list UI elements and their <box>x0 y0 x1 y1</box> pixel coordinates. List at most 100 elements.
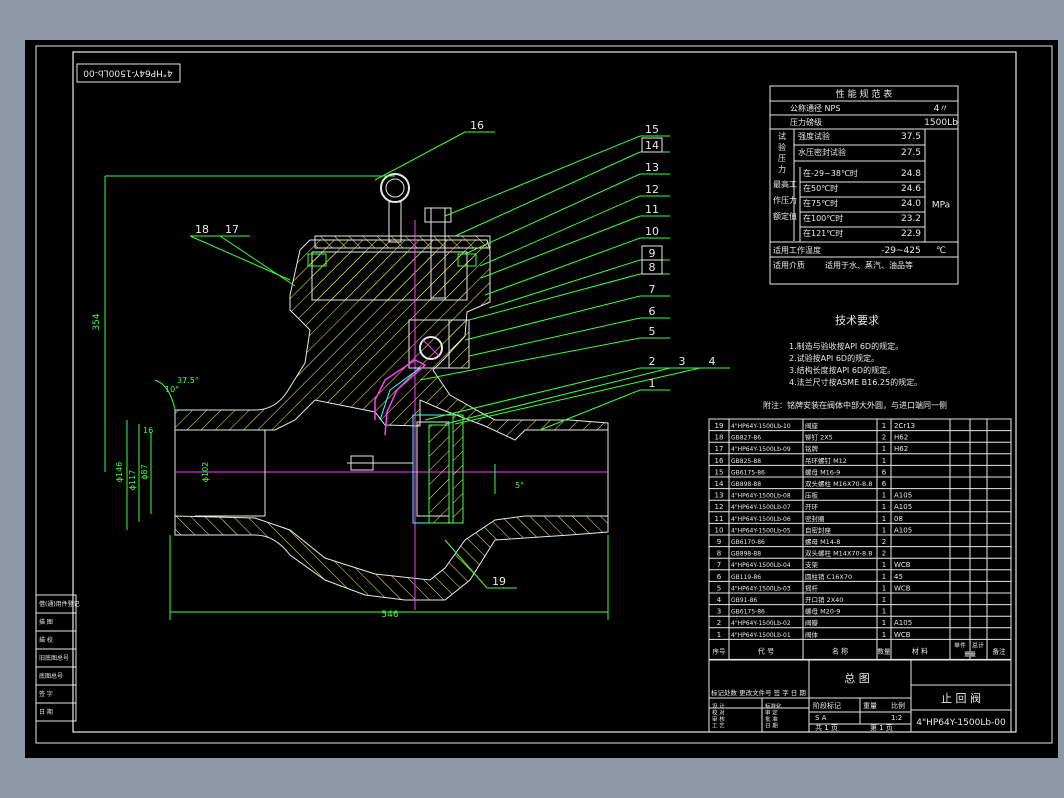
part-number-label: 9 <box>649 247 656 260</box>
bom-qty: 1 <box>882 422 886 430</box>
drawing-canvas: 4"HP64Y-1500Lb-00 借(通)用件登记描 图描 校旧底图总号 底图总… <box>25 40 1058 758</box>
bom-qty: 1 <box>882 515 886 523</box>
bom-name: 铆钉 2X5 <box>805 433 833 442</box>
bom-no: 3 <box>717 608 721 616</box>
title-role-left: 审 核 <box>712 715 725 723</box>
bom-name: 开环 <box>805 503 819 511</box>
title-scale: 1:2 <box>891 714 902 722</box>
bom-no: 1 <box>717 631 721 639</box>
tech-item-3: 3.结构长度按API 6D的规定。 <box>789 365 895 375</box>
dim-16: 16 <box>143 426 153 435</box>
bom-name: 压板 <box>805 491 819 500</box>
bom-qty: 1 <box>882 608 886 616</box>
part-number-label: 13 <box>645 161 659 174</box>
title-ratio: 比例 <box>891 701 905 710</box>
perf-medium-value: 适用于水、蒸汽、油品等 <box>825 260 913 270</box>
leader-line <box>444 135 641 217</box>
bom-name: 铭牌 <box>805 444 819 453</box>
perf-row-value: 1500Lb <box>924 118 958 128</box>
bom-code: 4"HP64Y-1500Lb-02 <box>731 620 791 627</box>
bom-header-total-weight: 总计 <box>972 641 984 649</box>
drawing-code-vertical: 4"HP64Y-1500Lb-00 <box>83 68 173 78</box>
eyebolt-ring <box>380 173 410 203</box>
bom-code: GB6175-86 <box>731 609 765 616</box>
bom-table: 19 4"HP64Y-1500Lb-10 阀座 1 2Cr1318 GB827-86 铆钉 … <box>708 418 1012 660</box>
perf-temp-value: -29~425 <box>881 246 920 256</box>
bom-code: 4"HP64Y-1500Lb-09 <box>731 446 791 453</box>
perf-test-label: 强度试验 <box>798 131 830 141</box>
leader-line <box>444 367 671 425</box>
bom-no: 10 <box>715 526 724 534</box>
bom-qty: 1 <box>882 492 886 500</box>
bom-no: 5 <box>717 584 721 592</box>
part-number-label: 8 <box>649 261 656 274</box>
dim-dia-146: ϕ146 <box>115 462 124 483</box>
bom-code: GB119-86 <box>731 574 761 581</box>
tech-title: 技术要求 <box>835 314 879 327</box>
part-number-label: 14 <box>645 139 659 152</box>
part-number-label: 17 <box>225 223 239 236</box>
bom-qty: 2 <box>882 434 886 442</box>
title-main: 总 图 <box>844 671 870 685</box>
title-name: 止 回 阀 <box>941 691 981 705</box>
bom-code: 4"HP64Y-1500Lb-05 <box>731 527 791 534</box>
part-number-label: 19 <box>492 575 506 588</box>
bom-header-remark: 备注 <box>993 646 1007 655</box>
bom-code: 4"HP64Y-1500Lb-01 <box>731 632 791 639</box>
title-role-right: 审 定 <box>765 709 778 717</box>
bom-no: 6 <box>717 573 722 581</box>
bom-code: 4"HP64Y-1500Lb-03 <box>731 585 791 592</box>
perf-test-label: 水压密封试验 <box>798 147 846 157</box>
split-ring-right <box>457 253 477 267</box>
bom-code: GB827-86 <box>731 435 761 442</box>
bom-name: 圆柱销 C16X70 <box>805 572 852 581</box>
drawing-code-box: 4"HP64Y-1500Lb-00 <box>76 63 181 83</box>
part-number-label: 3 <box>679 355 686 368</box>
dim-dia-102: ϕ102 <box>201 462 210 483</box>
part-number-label: 10 <box>645 225 659 238</box>
valve-drawing <box>174 173 609 610</box>
part-number-label: 16 <box>470 119 484 132</box>
title-block: 总 图 止 回 阀 4"HP64Y-1500Lb-00 标记处数 更改文件号 签… <box>708 659 1012 733</box>
bom-name: 螺母 M16-9 <box>805 467 840 476</box>
bom-header-name: 名 称 <box>832 646 848 655</box>
bom-code: 4"HP64Y-1500Lb-06 <box>731 516 791 523</box>
part-number-label: 2 <box>649 355 656 368</box>
title-sheet-total: 共 1 页 <box>815 723 838 732</box>
bom-no: 8 <box>717 550 721 558</box>
bom-code: 4"HP64Y-1500Lb-07 <box>731 504 791 511</box>
leader-line <box>219 235 296 287</box>
bom-qty: 1 <box>882 631 886 639</box>
bom-no: 7 <box>717 561 721 569</box>
dim-height: 354 <box>92 313 102 330</box>
bom-qty: 6 <box>882 480 887 488</box>
leader-line <box>189 235 291 281</box>
bom-name: 摇杆 <box>805 583 819 592</box>
left-strip-label: 借(通)用件登记 <box>39 600 80 608</box>
bom-no: 11 <box>715 515 724 523</box>
bom-code: GB6170-86 <box>731 539 765 546</box>
leader-line <box>464 295 641 341</box>
bom-name: 螺母 M20-9 <box>805 607 840 616</box>
bom-code: 4"HP64Y-1500Lb-10 <box>731 423 791 430</box>
perf-work-label: 在75℃时 <box>803 198 838 208</box>
bom-qty: 1 <box>882 457 886 465</box>
bom-code: 4"HP64Y-1500Lb-04 <box>731 562 791 569</box>
bom-name: 开口销 2X40 <box>805 595 843 604</box>
part-number-label: 1 <box>649 377 656 390</box>
leader-line <box>454 367 701 425</box>
dim-angle-5: 5° <box>515 481 524 490</box>
bom-material: H62 <box>894 445 908 453</box>
bom-name: 阀座 <box>805 421 819 430</box>
bom-code: GB898-88 <box>731 481 761 488</box>
bom-header-unit-weight: 单件 <box>954 641 966 649</box>
perf-work-label: 在50℃时 <box>803 183 838 193</box>
leader-line <box>488 259 641 309</box>
bom-name: 阀体 <box>805 630 819 639</box>
perf-work-label: 在100℃时 <box>803 213 843 223</box>
bom-name: 自密封座 <box>805 525 832 534</box>
valve-body-bottom <box>174 515 609 601</box>
valve-seat <box>452 414 464 524</box>
cad-drawing: 4"HP64Y-1500Lb-00 借(通)用件登记描 图描 校旧底图总号底图总… <box>35 45 1053 744</box>
bom-no: 19 <box>715 422 724 430</box>
